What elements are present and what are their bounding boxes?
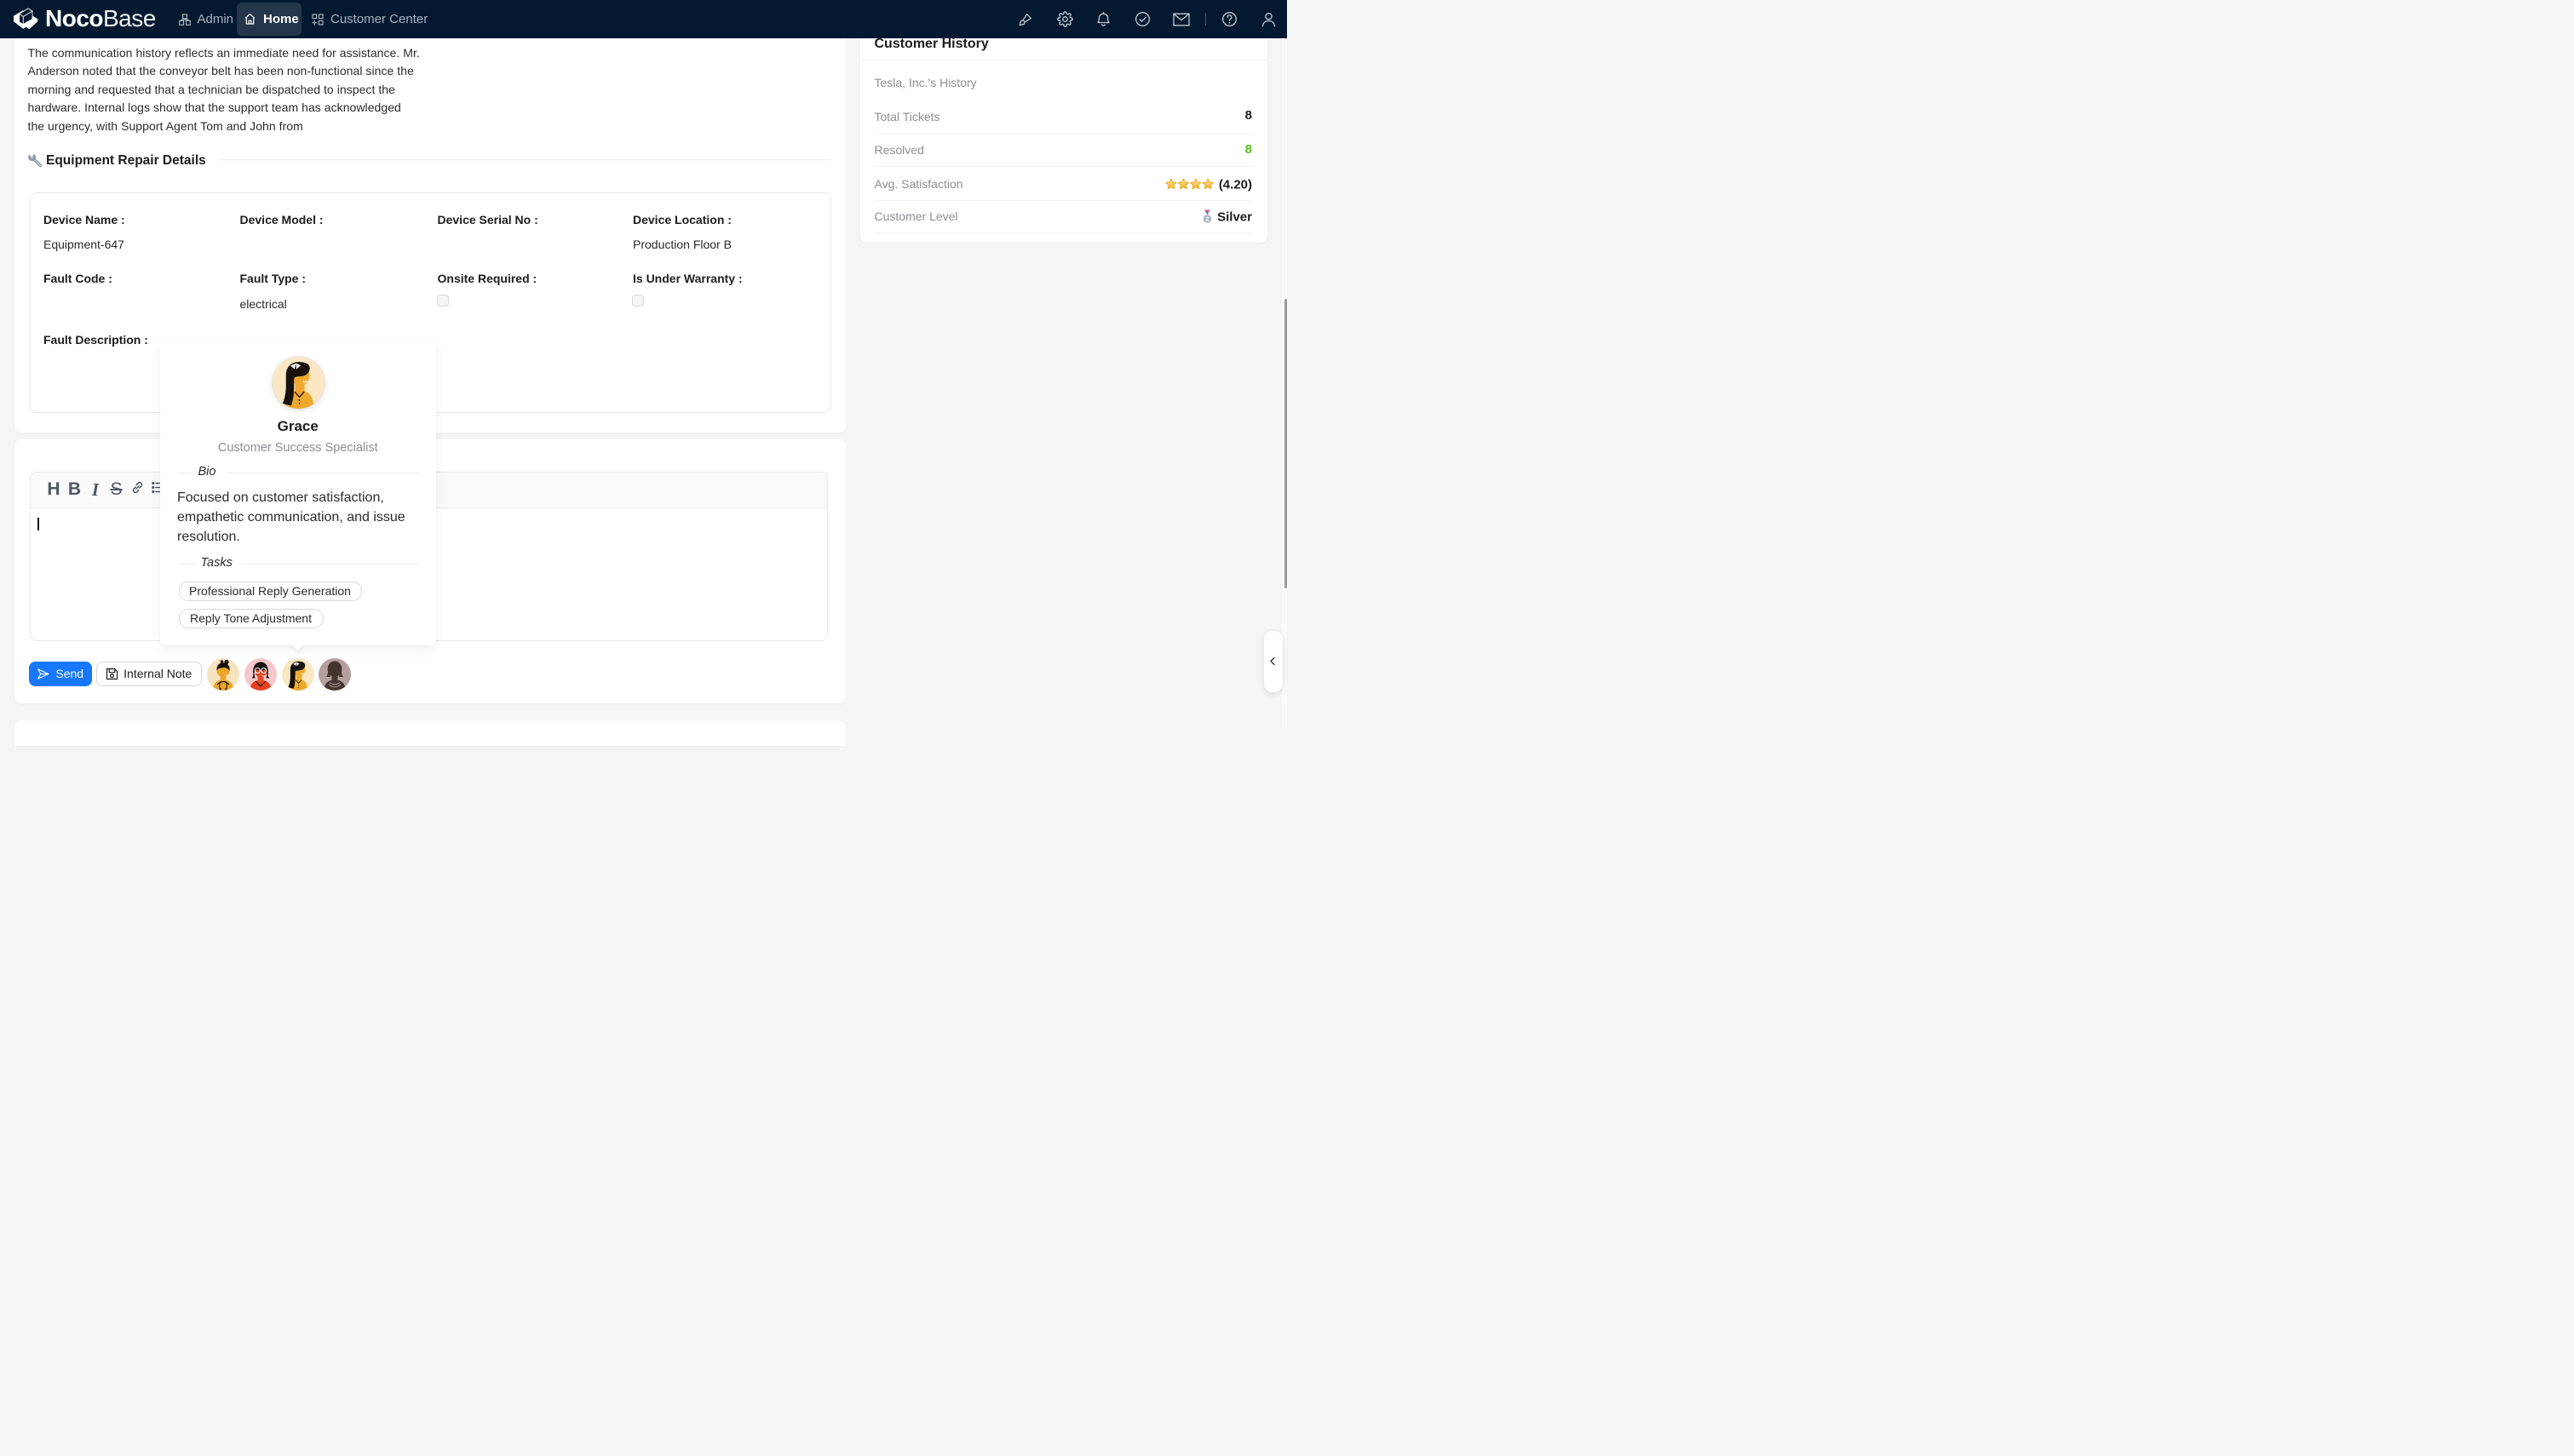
svg-text:2: 2 xyxy=(1206,216,1209,222)
